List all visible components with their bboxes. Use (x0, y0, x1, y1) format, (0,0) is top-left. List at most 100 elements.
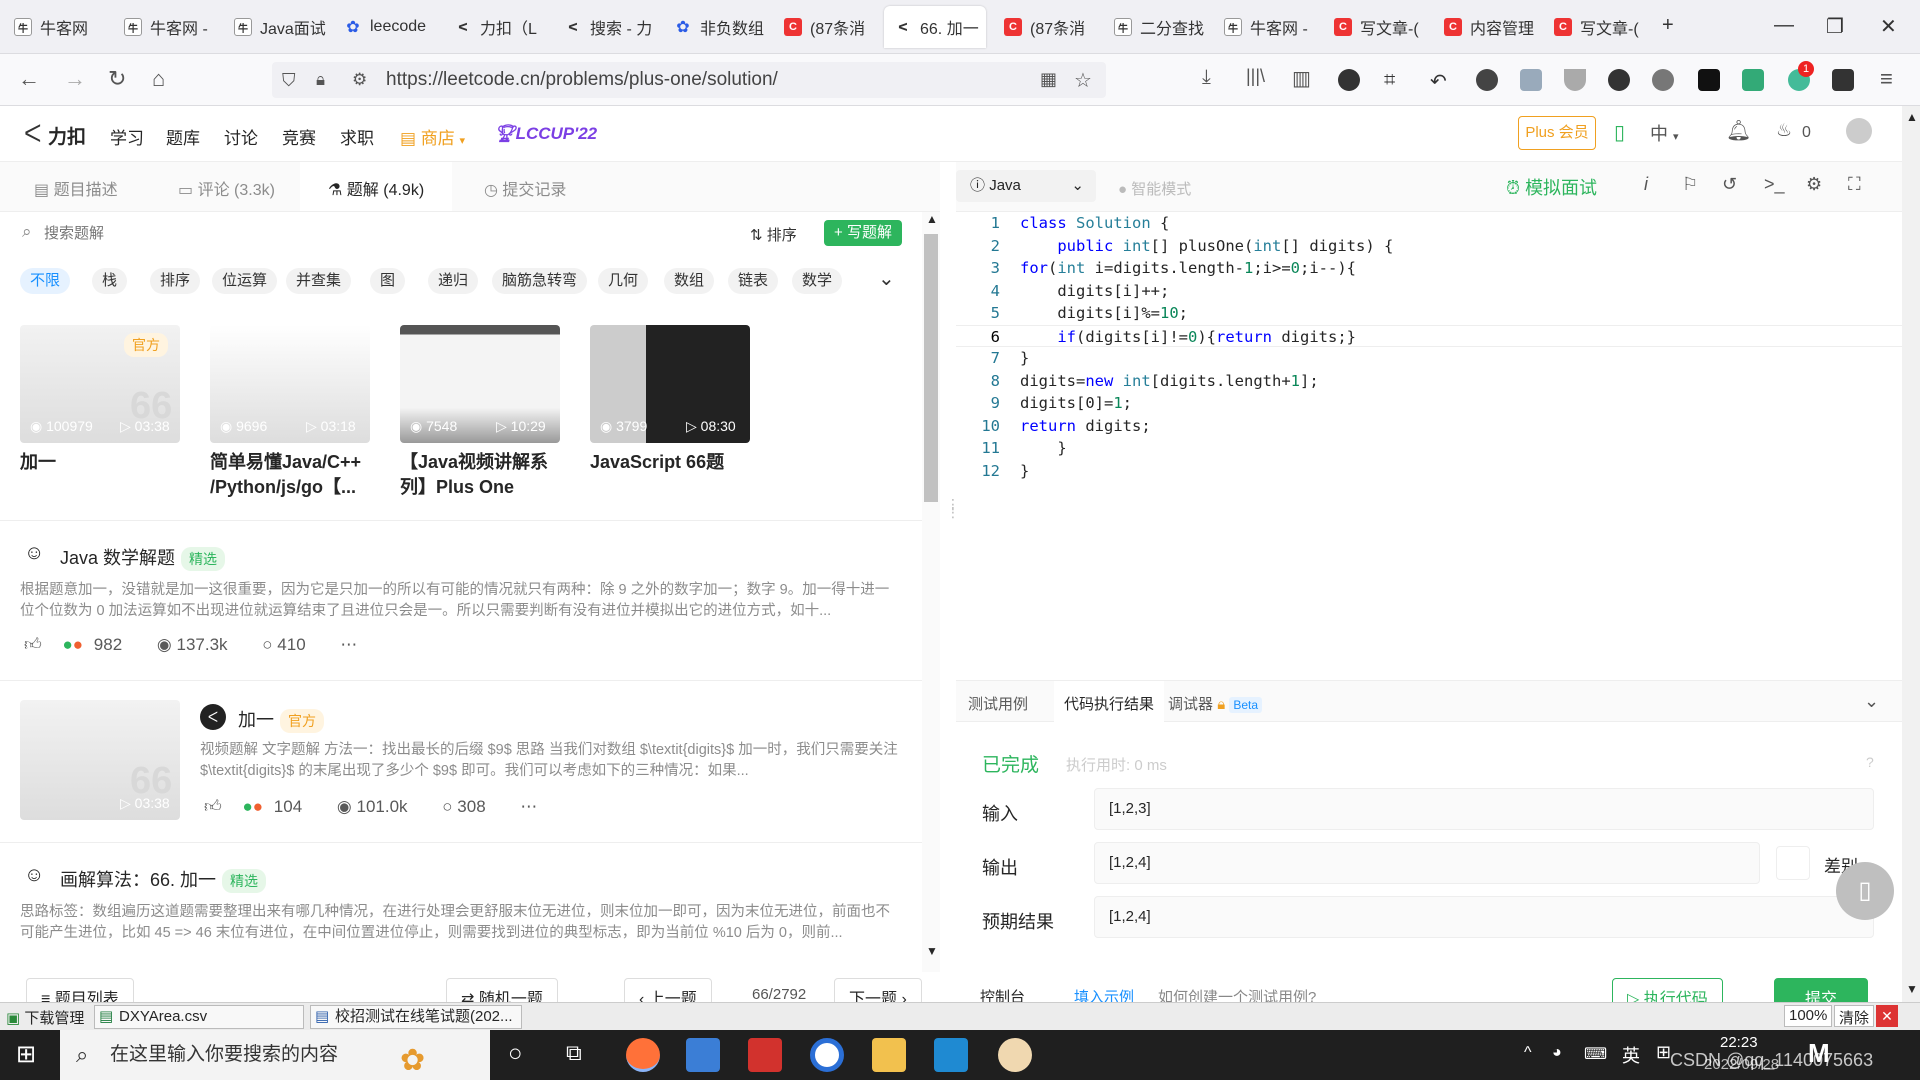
browser-tab[interactable]: C 写文章-( (1544, 6, 1650, 48)
nav-learn[interactable]: 学习 (110, 124, 144, 149)
notification-bell-icon[interactable]: 🔔︎ (1726, 118, 1751, 143)
tab-testcase[interactable]: 测试用例 (968, 693, 1028, 714)
ime-mode-icon[interactable]: ⊞ (1656, 1042, 1671, 1063)
library-icon[interactable]: |||\ (1246, 66, 1265, 87)
avatar-app-taskbar-icon[interactable] (998, 1038, 1032, 1072)
browser-tab-active[interactable]: ᐸ66. 加一✕ (884, 6, 986, 48)
tag-chip[interactable]: 数学 (792, 268, 843, 294)
code-line[interactable]: 1 class Solution { (956, 212, 1170, 234)
browser-tab[interactable]: ᐸ 力扣（L (444, 6, 550, 48)
qr-code-icon[interactable]: ▦ (1040, 69, 1057, 90)
tag-chip[interactable]: 栈 (92, 268, 128, 294)
solution-search-input[interactable] (44, 218, 644, 248)
new-tab-icon[interactable]: + (1662, 14, 1674, 37)
tab-description[interactable]: ▤ 题目描述 (34, 176, 118, 200)
video-title[interactable]: JavaScript 66题 (590, 450, 760, 475)
tag-chip[interactable]: 递归 (428, 268, 479, 294)
video-card[interactable]: ◉ 9696 ▷ 03:18 (210, 325, 370, 443)
solution-post-title[interactable]: 加一 官方 (238, 706, 324, 733)
tag-chip-all[interactable]: 不限 (20, 268, 71, 294)
author-avatar[interactable]: ☺ (24, 864, 44, 887)
page-scrollbar[interactable]: ▲ ▼ (1902, 106, 1920, 1002)
wps-taskbar-icon[interactable] (748, 1038, 782, 1072)
forward-icon[interactable]: → (64, 66, 86, 92)
tab-execution-result[interactable]: 代码执行结果 (1054, 681, 1165, 722)
extension-icon[interactable] (1608, 69, 1630, 91)
browser-tab[interactable]: 牛牛客网 - (114, 6, 220, 48)
author-avatar[interactable]: ☺ (24, 542, 44, 565)
chrome-like-taskbar-icon[interactable] (810, 1038, 844, 1072)
file-explorer-taskbar-icon[interactable] (872, 1038, 906, 1072)
code-line[interactable]: 11 } (956, 437, 1066, 459)
tab-solutions[interactable]: ⚗ 题解 (4.9k) (300, 162, 453, 211)
url-text[interactable]: https://leetcode.cn/problems/plus-one/so… (386, 69, 778, 91)
close-tab-icon[interactable]: ✕ (985, 19, 986, 36)
comment-icon[interactable]: ○ (442, 797, 452, 816)
extension-icon[interactable] (1698, 69, 1720, 91)
video-card[interactable]: 66 ▷ 03:38 (20, 700, 180, 820)
app-taskbar-icon[interactable] (686, 1038, 720, 1072)
site-logo[interactable]: 力扣 (48, 122, 86, 149)
notification-m-icon[interactable]: M (1808, 1038, 1830, 1069)
leetcode-logo-icon[interactable]: ᐸ (200, 704, 226, 730)
extension-shield-icon[interactable] (1520, 69, 1542, 91)
solution-post-summary[interactable]: 根据题意加一，没错就是加一这很重要，因为它是只加一的所以有可能的情况就只有两种：… (20, 580, 890, 622)
nav-store[interactable]: ▤ 商店 ▾ (400, 124, 465, 149)
browser-tab[interactable]: ✿ leecode (334, 6, 440, 48)
code-line[interactable]: 4 digits[i]++; (956, 280, 1170, 302)
tag-chip[interactable]: 几何 (598, 268, 649, 294)
code-line[interactable]: 2 public int[] plusOne(int[] digits) { (956, 235, 1394, 257)
home-icon[interactable]: ⌂ (152, 66, 165, 92)
scroll-up-icon[interactable]: ▲ (1906, 110, 1918, 124)
plus-member-button[interactable]: Plus 会员 (1518, 116, 1596, 150)
address-bar[interactable]: ⛉ 🔒︎ ⚙ https://leetcode.cn/problems/plus… (272, 62, 1106, 98)
like-icon[interactable]: 👍︎ (24, 635, 42, 654)
video-title[interactable]: 简单易懂Java/C++ /Python/js/go【... (210, 450, 370, 500)
tag-chip[interactable]: 数组 (664, 268, 715, 294)
browser-tab[interactable]: 牛二分查找 (1104, 6, 1210, 48)
restore-icon[interactable]: ❐ (1826, 14, 1844, 39)
reset-icon[interactable]: ↺ (1722, 174, 1737, 195)
smart-mode-toggle[interactable]: ● 智能模式 (1118, 178, 1191, 199)
code-editor[interactable]: 1 class Solution { 2 public int[] plusOne… (956, 212, 1902, 672)
shield-icon[interactable]: ⛉ (282, 70, 296, 91)
minimize-icon[interactable]: — (1774, 14, 1794, 37)
video-title[interactable]: 加一 (20, 450, 56, 475)
more-icon[interactable]: ⋯ (340, 635, 357, 654)
lock-icon[interactable]: 🔒︎ (316, 70, 325, 90)
like-icon[interactable]: 👍︎ (204, 797, 222, 816)
video-card[interactable]: 官方 66 ◉ 100979 ▷ 03:38 (20, 325, 180, 443)
permissions-icon[interactable]: ⚙ (352, 70, 367, 90)
close-download-bar-icon[interactable]: ✕ (1876, 1005, 1898, 1027)
diff-checkbox[interactable] (1776, 846, 1810, 880)
firefox-taskbar-icon[interactable] (626, 1038, 660, 1072)
prev-problem-button[interactable]: ‹ 上一题 (624, 978, 712, 1002)
bookmark-star-icon[interactable]: ☆ (1074, 68, 1092, 93)
video-title[interactable]: 【Java视频讲解系列】Plus One (400, 450, 560, 500)
extension-icon[interactable]: 1 (1788, 61, 1814, 91)
help-icon[interactable]: ? (1866, 754, 1874, 770)
solution-post-summary[interactable]: 思路标签：数组遍历这道题需要整理出来有哪几种情况，在进行处理会更舒服末位无进位，… (20, 902, 890, 944)
solution-post-summary[interactable]: 视频题解 文字题解 方法一：找出最长的后缀 $9$ 思路 当我们对数组 $\te… (200, 740, 900, 782)
browser-tab[interactable]: C 写文章-( (1324, 6, 1430, 48)
mobile-icon[interactable]: ▯ (1614, 120, 1625, 145)
random-problem-button[interactable]: ⇄ 随机一题 (446, 978, 558, 1002)
tag-chip[interactable]: 链表 (728, 268, 779, 294)
browser-tab[interactable]: C 内容管理 (1434, 6, 1540, 48)
tag-chip[interactable]: 并查集 (286, 268, 352, 294)
nav-jobs[interactable]: 求职 (340, 124, 374, 149)
collapse-chevron-icon[interactable]: ⌄ (1864, 691, 1879, 712)
tag-chip[interactable]: 脑筋急转弯 (492, 268, 588, 294)
tag-chip[interactable]: 图 (370, 268, 406, 294)
fullscreen-icon[interactable]: ⛶ (1848, 174, 1861, 195)
scroll-down-icon[interactable]: ▼ (926, 944, 938, 958)
flag-icon[interactable]: ⚐ (1682, 174, 1698, 195)
browser-tab[interactable]: ᐸ 搜索 - 力 (554, 6, 660, 48)
extension-icon[interactable] (1476, 69, 1498, 91)
settings-icon[interactable]: ⚙ (1806, 174, 1822, 195)
undo-icon[interactable]: ↶ (1430, 69, 1452, 93)
expand-tags-chevron-icon[interactable]: ⌄ (878, 266, 895, 291)
browser-tab[interactable]: 牛牛客网 - (1214, 6, 1320, 48)
next-problem-button[interactable]: 下一题 › (834, 978, 922, 1002)
tag-chip[interactable]: 位运算 (212, 268, 278, 294)
